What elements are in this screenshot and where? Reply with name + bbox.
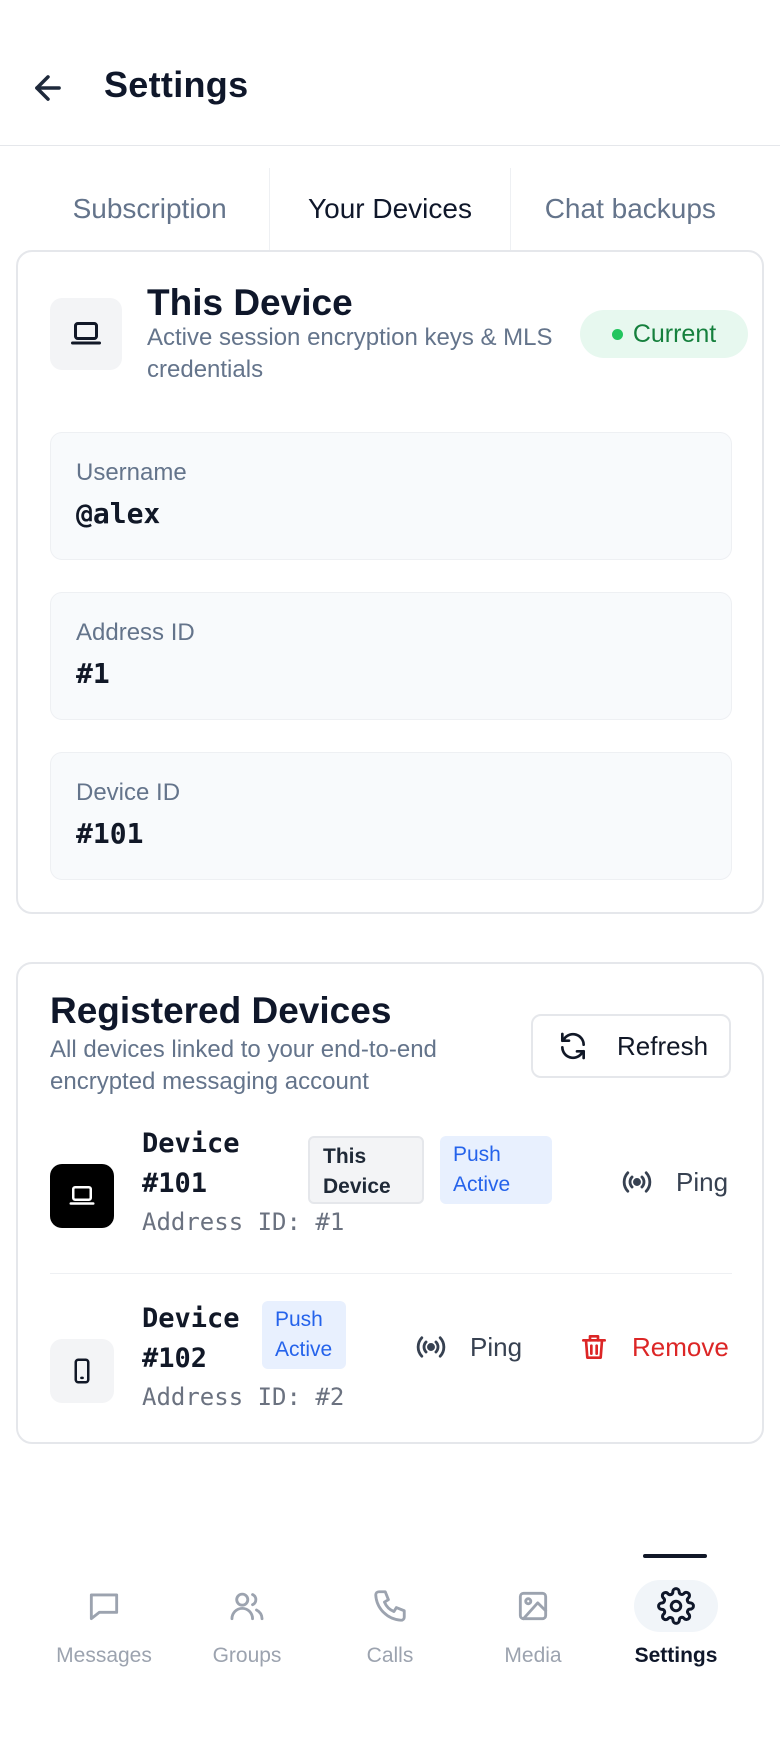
nav-messages[interactable]: Messages (44, 1580, 164, 1676)
push-active-badge: Push Active (440, 1136, 552, 1204)
nav-settings-label: Settings (634, 1644, 718, 1667)
this-device-title: This Device (147, 282, 353, 323)
address-id-value: #1 (76, 657, 110, 690)
device-address: Address ID: #1 (142, 1208, 345, 1236)
ping-label: Ping (470, 1331, 523, 1362)
laptop-icon (69, 1186, 95, 1205)
message-icon (89, 1593, 119, 1621)
ping-button[interactable]: Ping (414, 1322, 522, 1372)
radio-signal-icon (622, 1171, 652, 1193)
nav-settings-icon-wrap (634, 1580, 718, 1632)
this-device-icon-box (50, 298, 122, 370)
nav-groups-label: Groups (212, 1644, 282, 1667)
username-field: Username @alex (50, 432, 732, 560)
laptop-icon (71, 322, 101, 345)
remove-device-button[interactable]: Remove (578, 1322, 729, 1372)
refresh-label: Refresh (617, 1030, 709, 1061)
remove-label: Remove (632, 1331, 729, 1362)
phone-call-icon (374, 1590, 406, 1622)
radio-signal-icon (416, 1336, 446, 1358)
device-address: Address ID: #2 (142, 1383, 345, 1411)
device-id-value: #101 (76, 817, 144, 850)
device-id-label: Device ID (76, 779, 181, 806)
this-device-card: This Device Active session encryption ke… (16, 250, 764, 914)
registered-devices-card: Registered Devices All devices linked to… (16, 962, 764, 1444)
trash-icon (582, 1335, 606, 1359)
push-active-badge: Push Active (262, 1301, 346, 1369)
device-row: Device #102 Address ID: #2 Push Active P… (50, 1299, 732, 1449)
this-device-subtitle: Active session encryption keys & MLS cre… (147, 324, 553, 383)
arrow-left-icon (35, 75, 61, 101)
device-name: Device #102 (142, 1303, 240, 1374)
settings-tabs: Subscription Your Devices Chat backups (30, 168, 750, 250)
nav-media-label: Media (504, 1644, 562, 1667)
image-icon (518, 1591, 548, 1621)
registered-devices-subtitle: All devices linked to your end-to-end en… (50, 1036, 437, 1095)
device-row: Device #101 Address ID: #1 This Device P… (50, 1124, 732, 1274)
device-name: Device #101 (142, 1128, 240, 1199)
nav-media-icon-wrap (491, 1580, 575, 1632)
tab-subscription[interactable]: Subscription (30, 168, 271, 250)
bottom-navigation: Messages Groups Calls Media Settings (0, 1548, 780, 1748)
users-icon (230, 1592, 264, 1621)
nav-messages-icon-wrap (62, 1580, 146, 1632)
current-status-badge: Current (580, 310, 748, 358)
status-dot-icon (611, 328, 623, 340)
this-device-badge: This Device (308, 1136, 424, 1204)
refresh-button[interactable]: Refresh (531, 1014, 731, 1078)
nav-calls[interactable]: Calls (330, 1580, 450, 1676)
nav-groups-icon-wrap (205, 1580, 289, 1632)
ping-label: Ping (676, 1166, 729, 1197)
device-id-field: Device ID #101 (50, 752, 732, 880)
current-status-label: Current (632, 319, 717, 348)
nav-calls-icon-wrap (348, 1580, 432, 1632)
nav-settings[interactable]: Settings (616, 1580, 736, 1676)
device-101-icon-box (50, 1164, 114, 1228)
nav-calls-label: Calls (366, 1644, 414, 1667)
gear-icon (657, 1587, 695, 1625)
tab-your-devices[interactable]: Your Devices (270, 168, 511, 250)
nav-groups[interactable]: Groups (187, 1580, 307, 1676)
nav-active-indicator (643, 1554, 707, 1558)
address-id-label: Address ID (76, 619, 195, 646)
nav-media[interactable]: Media (473, 1580, 593, 1676)
address-id-field: Address ID #1 (50, 592, 732, 720)
back-button[interactable] (26, 66, 70, 110)
refresh-icon (561, 1032, 585, 1060)
username-label: Username (76, 459, 187, 486)
device-102-icon-box (50, 1339, 114, 1403)
app-header: Settings (0, 0, 780, 146)
page-title: Settings (104, 64, 249, 105)
phone-icon (74, 1358, 90, 1384)
nav-messages-label: Messages (56, 1644, 152, 1667)
ping-button[interactable]: Ping (620, 1157, 728, 1207)
registered-devices-title: Registered Devices (50, 990, 392, 1031)
tab-chat-backups[interactable]: Chat backups (511, 168, 750, 250)
username-value: @alex (76, 497, 161, 530)
